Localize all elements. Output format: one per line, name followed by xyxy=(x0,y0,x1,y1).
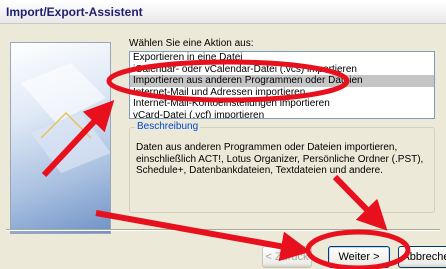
list-item[interactable]: iCalendar- oder vCalendar-Datei (.vcs) i… xyxy=(130,64,434,76)
list-item[interactable]: Exportieren in eine Datei xyxy=(130,52,434,64)
window-title: Import/Export-Assistent xyxy=(6,5,143,19)
description-group: Beschreibung Daten aus anderen Programme… xyxy=(129,121,435,213)
list-item[interactable]: vCard-Datei (.vcf) importieren xyxy=(130,110,434,119)
list-item-selected[interactable]: Importieren aus anderen Programmen oder … xyxy=(130,75,434,87)
action-listbox[interactable]: Exportieren in eine Datei iCalendar- ode… xyxy=(129,51,435,119)
description-text: Daten aus anderen Programmen oder Dateie… xyxy=(136,142,424,176)
wizard-illustration xyxy=(10,42,111,234)
list-item[interactable]: Internet-Mail und Adressen importieren xyxy=(130,87,434,99)
cancel-button[interactable]: Abbrechen xyxy=(398,246,446,268)
back-button[interactable]: < Zurück xyxy=(262,246,312,268)
list-item[interactable]: Internet-Mail-Kontoeinstellungen importi… xyxy=(130,98,434,110)
description-legend: Beschreibung xyxy=(135,121,201,132)
next-button[interactable]: Weiter > xyxy=(328,246,390,268)
title-bar: Import/Export-Assistent xyxy=(0,0,446,24)
wizard-dialog: Wählen Sie eine Aktion aus: Exportieren … xyxy=(0,24,446,269)
divider xyxy=(6,229,440,231)
action-prompt-label: Wählen Sie eine Aktion aus: xyxy=(129,38,254,49)
